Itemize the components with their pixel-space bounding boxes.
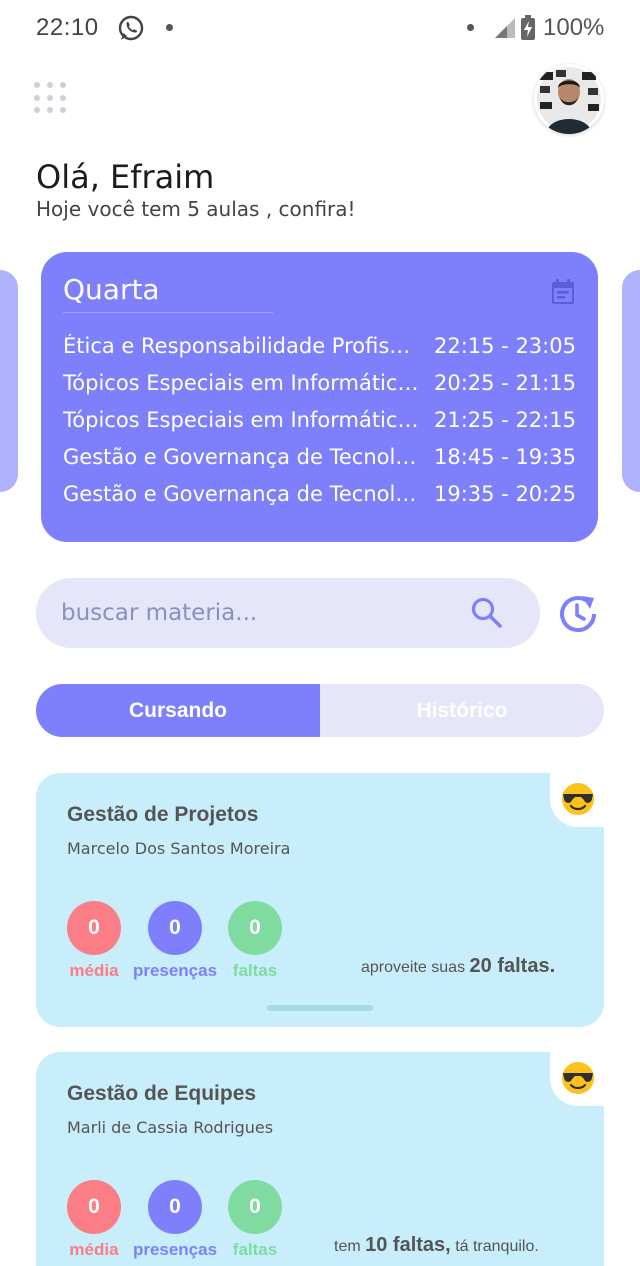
status-time: 22:10 bbox=[36, 14, 99, 41]
absence-note-suffix: tá tranquilo. bbox=[455, 1238, 539, 1255]
search-input[interactable]: buscar materia... bbox=[36, 578, 540, 648]
sunglasses-emoji-icon bbox=[550, 1052, 606, 1106]
class-row: Tópicos Especiais em Informática (Engenh… bbox=[63, 408, 583, 436]
absence-note: aproveite suas 20 faltas. bbox=[361, 955, 555, 978]
avatar[interactable] bbox=[534, 64, 604, 134]
presencas-label: presenças bbox=[132, 961, 218, 980]
battery-charging-icon bbox=[521, 15, 535, 40]
class-time: 21:25 - 22:15 bbox=[434, 408, 576, 432]
day-title-divider bbox=[63, 312, 273, 313]
absence-note-count: 10 faltas, bbox=[365, 1234, 451, 1256]
day-title: Quarta bbox=[63, 273, 160, 306]
class-name: Gestão e Governança de Tecnologia da Inf… bbox=[63, 445, 421, 469]
course-title: Gestão de Equipes bbox=[67, 1082, 257, 1105]
whatsapp-icon bbox=[118, 15, 144, 41]
search-placeholder: buscar materia... bbox=[61, 600, 258, 626]
class-name: Gestão e Governança de Tecnologia da Inf… bbox=[63, 482, 421, 506]
next-day-card[interactable] bbox=[622, 270, 640, 492]
absence-note-count: 20 faltas. bbox=[469, 955, 556, 977]
course-teacher: Marcelo Dos Santos Moreira bbox=[67, 839, 291, 858]
class-time: 22:15 - 23:05 bbox=[434, 334, 576, 358]
course-teacher: Marli de Cassia Rodrigues bbox=[67, 1118, 274, 1137]
course-tabs: Cursando Histórico bbox=[36, 684, 604, 737]
notification-dot-icon bbox=[467, 24, 474, 31]
greeting-title: Olá, Efraim bbox=[36, 158, 215, 196]
class-time: 20:25 - 21:15 bbox=[434, 371, 576, 395]
class-row: Gestão e Governança de Tecnologia da Inf… bbox=[63, 445, 583, 473]
media-label: média bbox=[69, 1240, 119, 1259]
notification-dot-icon bbox=[166, 24, 173, 31]
status-bar: 22:10 100% bbox=[0, 0, 640, 56]
class-row: Tópicos Especiais em Informática (Engenh… bbox=[63, 371, 583, 399]
presencas-count: 0 bbox=[148, 901, 202, 955]
card-drag-handle[interactable] bbox=[267, 1005, 373, 1011]
faltas-count: 0 bbox=[228, 901, 282, 955]
presencas-label: presenças bbox=[132, 1240, 218, 1259]
battery-percentage: 100% bbox=[543, 14, 605, 41]
course-card[interactable]: Gestão de Projetos Marcelo Dos Santos Mo… bbox=[36, 773, 606, 1027]
previous-day-card[interactable] bbox=[0, 270, 18, 492]
course-card[interactable]: Gestão de Equipes Marli de Cassia Rodrig… bbox=[36, 1052, 606, 1266]
search-icon[interactable] bbox=[470, 596, 504, 630]
day-schedule-card[interactable]: Quarta Ética e Responsabilidade Profissi… bbox=[41, 252, 598, 542]
media-label: média bbox=[69, 961, 119, 980]
presencas-count: 0 bbox=[148, 1180, 202, 1234]
course-title: Gestão de Projetos bbox=[67, 803, 259, 826]
faltas-label: faltas bbox=[232, 1240, 278, 1259]
class-name: Tópicos Especiais em Informática (Engenh… bbox=[63, 408, 421, 432]
tab-cursando[interactable]: Cursando bbox=[36, 684, 320, 737]
absence-note-text: tem bbox=[334, 1238, 361, 1255]
class-time: 18:45 - 19:35 bbox=[434, 445, 576, 469]
class-time: 19:35 - 20:25 bbox=[434, 482, 576, 506]
calendar-icon[interactable] bbox=[551, 279, 575, 305]
menu-grid-icon[interactable] bbox=[34, 82, 66, 114]
signal-icon bbox=[495, 18, 515, 38]
faltas-count: 0 bbox=[228, 1180, 282, 1234]
class-row: Gestão e Governança de Tecnologia da Inf… bbox=[63, 482, 583, 510]
absence-note-text: aproveite suas bbox=[361, 959, 466, 976]
tab-historico[interactable]: Histórico bbox=[320, 684, 604, 737]
greeting-subtitle: Hoje você tem 5 aulas , confira! bbox=[36, 197, 356, 221]
history-icon[interactable] bbox=[556, 592, 600, 636]
faltas-label: faltas bbox=[232, 961, 278, 980]
class-name: Ética e Responsabilidade Profissional bbox=[63, 334, 421, 358]
class-row: Ética e Responsabilidade Profissional 22… bbox=[63, 334, 583, 362]
absence-note: tem 10 faltas, tá tranquilo. bbox=[334, 1234, 539, 1257]
class-name: Tópicos Especiais em Informática (Engenh… bbox=[63, 371, 421, 395]
media-count: 0 bbox=[67, 901, 121, 955]
sunglasses-emoji-icon bbox=[550, 773, 606, 827]
media-count: 0 bbox=[67, 1180, 121, 1234]
